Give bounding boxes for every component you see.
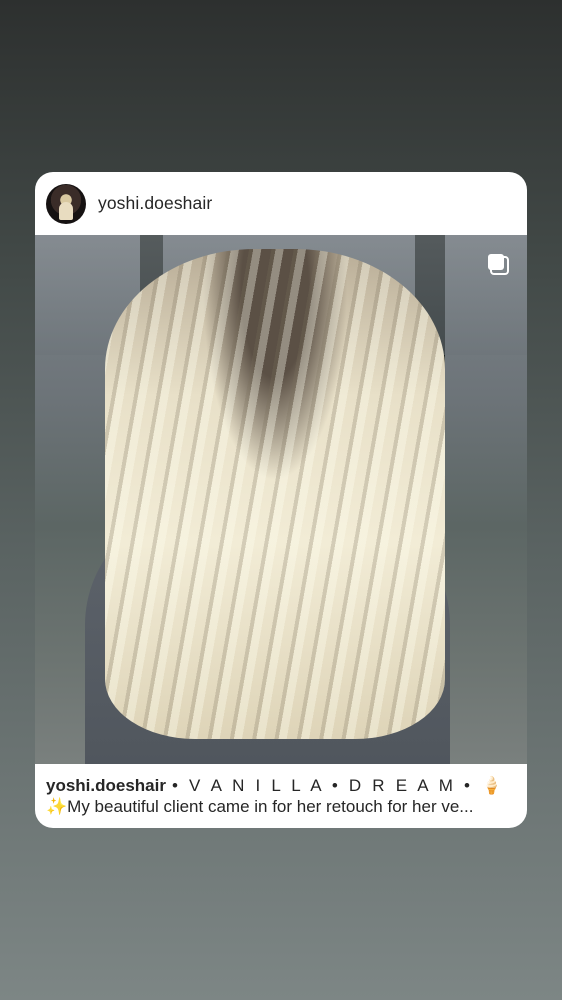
post-card[interactable]: yoshi.doeshair yoshi.doeshair • V A N I L… <box>35 172 527 828</box>
post-header: yoshi.doeshair <box>35 172 527 235</box>
post-caption: yoshi.doeshair • V A N I L L A • D R E A … <box>35 764 527 817</box>
profile-avatar[interactable] <box>46 183 86 224</box>
post-username[interactable]: yoshi.doeshair <box>98 193 212 214</box>
caption-title: • V A N I L L A • D R E A M • 🍦 <box>171 776 506 795</box>
caption-body: ✨My beautiful client came in for her ret… <box>46 797 474 816</box>
photo-hair <box>105 249 445 739</box>
caption-first-line: yoshi.doeshair • V A N I L L A • D R E A … <box>46 775 516 796</box>
carousel-stack-icon <box>488 254 509 275</box>
caption-username[interactable]: yoshi.doeshair <box>46 776 166 795</box>
post-photo[interactable] <box>35 235 527 764</box>
